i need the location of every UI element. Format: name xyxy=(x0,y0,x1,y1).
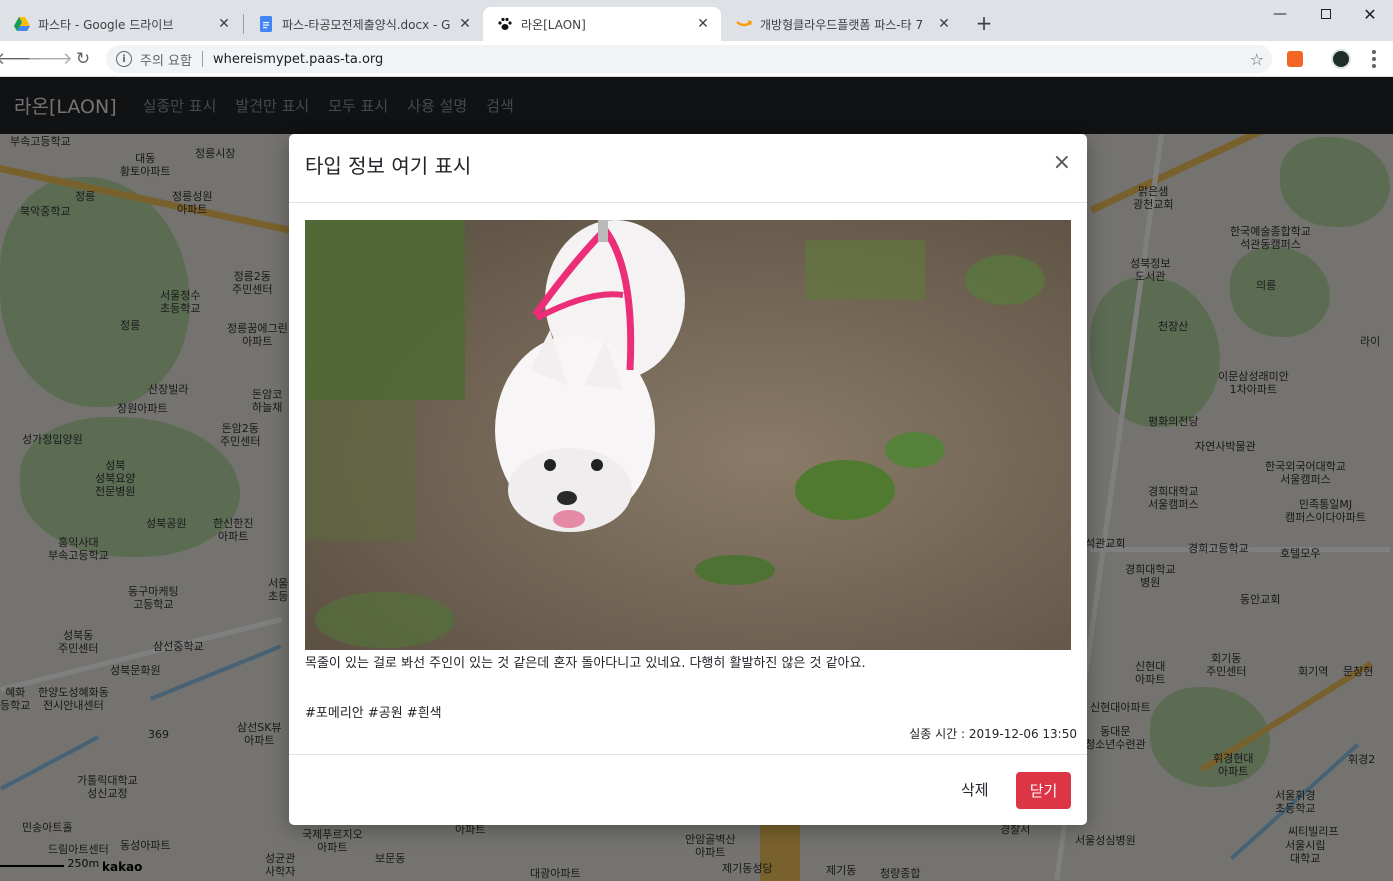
minimize-button[interactable]: — xyxy=(1257,0,1303,28)
security-label: 주의 요함 xyxy=(140,53,192,69)
tab-title: 개방형클라우드플랫폼 파스-타 7 xyxy=(760,17,924,32)
window-close-button[interactable]: ✕ xyxy=(1347,0,1393,28)
delete-button[interactable]: 삭제 xyxy=(961,779,989,800)
tab-google-drive[interactable]: 파스타 - Google 드라이브 ✕ xyxy=(0,7,242,41)
browser-toolbar: 🡐 🡒 ↻ i 주의 요함 whereismypet.paas-ta.org ☆ xyxy=(0,41,1393,77)
close-icon[interactable]: × xyxy=(1053,152,1071,174)
browser-menu-icon[interactable] xyxy=(1364,49,1384,69)
amazon-icon xyxy=(736,16,752,32)
navbar-backdrop xyxy=(0,77,1393,134)
google-docs-icon xyxy=(258,16,274,32)
tab-title: 파스-타공모전제출양식.docx - G xyxy=(282,17,451,32)
pet-photo xyxy=(305,220,1071,650)
modal-header: 타입 정보 여기 표시 × xyxy=(289,134,1087,203)
browser-tab-strip: 파스타 - Google 드라이브 ✕ 파스-타공모전제출양식.docx - G… xyxy=(0,0,1393,41)
bookmark-star-icon[interactable]: ☆ xyxy=(1250,50,1264,69)
tab-title: 라온[LAON] xyxy=(521,17,586,32)
url-text: whereismypet.paas-ta.org xyxy=(212,51,384,67)
profile-avatar[interactable] xyxy=(1331,49,1351,69)
address-bar[interactable]: i 주의 요함 whereismypet.paas-ta.org ☆ xyxy=(106,45,1272,73)
tab-laon[interactable]: 라온[LAON] ✕ xyxy=(483,7,721,41)
omnibox-divider xyxy=(201,51,203,67)
info-icon[interactable]: i xyxy=(116,51,132,67)
maximize-button[interactable] xyxy=(1303,0,1349,28)
pet-tags: #포메리안 #공원 #흰색 xyxy=(305,706,442,721)
close-button[interactable]: 닫기 xyxy=(1016,772,1071,809)
tab-paas-ta[interactable]: 개방형클라우드플랫폼 파스-타 7 ✕ xyxy=(722,7,962,41)
modal-title: 타입 정보 여기 표시 xyxy=(305,154,472,178)
tab-google-docs[interactable]: 파스-타공모전제출양식.docx - G ✕ xyxy=(244,7,483,41)
close-icon[interactable]: ✕ xyxy=(457,16,473,32)
new-tab-button[interactable]: + xyxy=(972,11,996,35)
page-content: 부속고등학교대동황토아파트정릉시장정릉정릉성원아파트북악중학교정릉2동주민센터서… xyxy=(0,77,1393,881)
paw-icon xyxy=(497,16,513,32)
close-icon[interactable]: ✕ xyxy=(216,16,232,32)
tab-title: 파스타 - Google 드라이브 xyxy=(38,17,174,32)
modal-footer: 삭제 닫기 xyxy=(289,754,1087,825)
close-icon[interactable]: ✕ xyxy=(936,16,952,32)
extension-icon[interactable] xyxy=(1287,51,1303,67)
reload-button[interactable]: ↻ xyxy=(71,47,95,71)
google-drive-icon xyxy=(14,16,30,32)
lost-time: 실종 시간 : 2019-12-06 13:50 xyxy=(909,727,1077,741)
forward-button[interactable]: 🡒 xyxy=(27,47,73,71)
pet-description: 목줄이 있는 걸로 봐선 주인이 있는 것 같은데 혼자 돌아다니고 있네요. … xyxy=(305,656,866,671)
pet-detail-modal: 타입 정보 여기 표시 × 목줄이 있는 걸로 봐선 주인이 있는 것 같은데 … xyxy=(289,134,1087,825)
close-icon[interactable]: ✕ xyxy=(695,16,711,32)
